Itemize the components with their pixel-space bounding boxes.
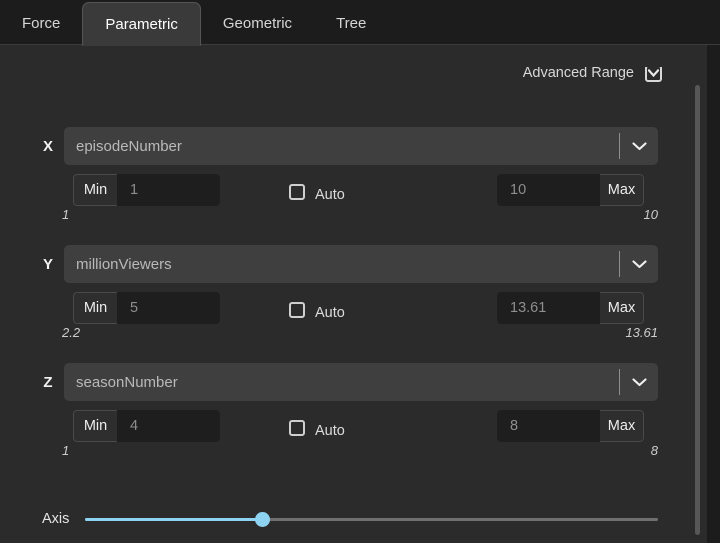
axis-y-field-select[interactable]: millionViewers (64, 245, 658, 283)
checkbox-unchecked-icon[interactable] (289, 420, 305, 436)
axis-z-auto-toggle[interactable]: Auto (289, 412, 345, 439)
axis-y-field-value: millionViewers (64, 256, 619, 273)
axis-z-data-min-hint: 1 (62, 443, 69, 458)
advanced-range-toggle[interactable]: Advanced Range (523, 67, 662, 89)
checkbox-unchecked-icon[interactable] (289, 302, 305, 318)
axis-x-letter: X (38, 138, 58, 155)
axis-y-min-label: Min (73, 292, 117, 324)
axis-row-z: Z seasonNumber Min Auto (0, 363, 672, 463)
axis-y-max-group: Max (497, 292, 644, 324)
axis-x-auto-label: Auto (315, 187, 345, 203)
axis-z-min-input[interactable] (117, 410, 220, 442)
axis-slider-label: Axis (42, 511, 69, 527)
tab-geometric[interactable]: Geometric (201, 1, 314, 45)
chevron-down-icon[interactable] (620, 142, 658, 151)
axis-row-y: Y millionViewers Min Auto (0, 245, 672, 345)
chevron-down-icon[interactable] (620, 260, 658, 269)
axis-z-letter: Z (38, 374, 58, 391)
axis-y-letter: Y (38, 256, 58, 273)
checkbox-checked-icon[interactable] (645, 67, 662, 82)
axis-z-min-group: Min (73, 410, 220, 442)
axis-z-range-line: Min Auto Max (0, 410, 672, 442)
axis-y-data-min-hint: 2.2 (62, 325, 80, 340)
chevron-down-icon[interactable] (620, 378, 658, 387)
axis-slider-thumb[interactable] (255, 512, 270, 527)
axis-y-max-label: Max (600, 292, 644, 324)
axis-x-max-label: Max (600, 174, 644, 206)
axis-y-range-line: Min Auto Max (0, 292, 672, 324)
axis-y-auto-toggle[interactable]: Auto (289, 294, 345, 321)
axis-y-min-group: Min (73, 292, 220, 324)
axis-x-field-value: episodeNumber (64, 138, 619, 155)
axis-z-min-label: Min (73, 410, 117, 442)
axis-z-max-group: Max (497, 410, 644, 442)
axis-y-data-max-hint: 13.61 (625, 325, 658, 340)
axis-y-hint-line: 2.2 13.61 (0, 325, 672, 345)
axis-slider-track[interactable] (85, 518, 658, 521)
axis-y-auto-label: Auto (315, 305, 345, 321)
parametric-panel: Advanced Range X episodeNumber Min (0, 45, 720, 543)
axis-x-max-input[interactable] (497, 174, 600, 206)
axis-z-max-label: Max (600, 410, 644, 442)
checkbox-unchecked-icon[interactable] (289, 184, 305, 200)
axis-x-field-select[interactable]: episodeNumber (64, 127, 658, 165)
axis-x-auto-toggle[interactable]: Auto (289, 176, 345, 203)
panel-scrollbar-thumb[interactable] (695, 85, 700, 535)
panel-right-edge (707, 45, 720, 543)
axis-y-min-input[interactable] (117, 292, 220, 324)
axis-x-range-line: Min Auto Max (0, 174, 672, 206)
tab-parametric[interactable]: Parametric (82, 2, 201, 46)
axis-z-max-input[interactable] (497, 410, 600, 442)
axis-row-x: X episodeNumber Min Auto (0, 127, 672, 227)
axis-x-hint-line: 1 10 (0, 207, 672, 227)
axis-x-min-input[interactable] (117, 174, 220, 206)
advanced-range-label: Advanced Range (523, 67, 634, 80)
tab-force[interactable]: Force (0, 1, 82, 45)
axis-z-field-value: seasonNumber (64, 374, 619, 391)
axis-x-min-group: Min (73, 174, 220, 206)
axis-x-select-line: X episodeNumber (0, 127, 672, 165)
axis-z-field-select[interactable]: seasonNumber (64, 363, 658, 401)
axis-slider-row: Axis (0, 504, 672, 534)
axis-y-max-input[interactable] (497, 292, 600, 324)
axis-z-hint-line: 1 8 (0, 443, 672, 463)
axis-x-min-label: Min (73, 174, 117, 206)
axis-x-data-max-hint: 10 (644, 207, 658, 222)
tab-tree[interactable]: Tree (314, 1, 388, 45)
axis-z-data-max-hint: 8 (651, 443, 658, 458)
axis-z-auto-label: Auto (315, 423, 345, 439)
axis-y-select-line: Y millionViewers (0, 245, 672, 283)
axis-x-max-group: Max (497, 174, 644, 206)
axis-x-data-min-hint: 1 (62, 207, 69, 222)
axis-z-select-line: Z seasonNumber (0, 363, 672, 401)
axis-slider-fill (85, 518, 263, 521)
tab-bar: Force Parametric Geometric Tree (0, 0, 720, 45)
